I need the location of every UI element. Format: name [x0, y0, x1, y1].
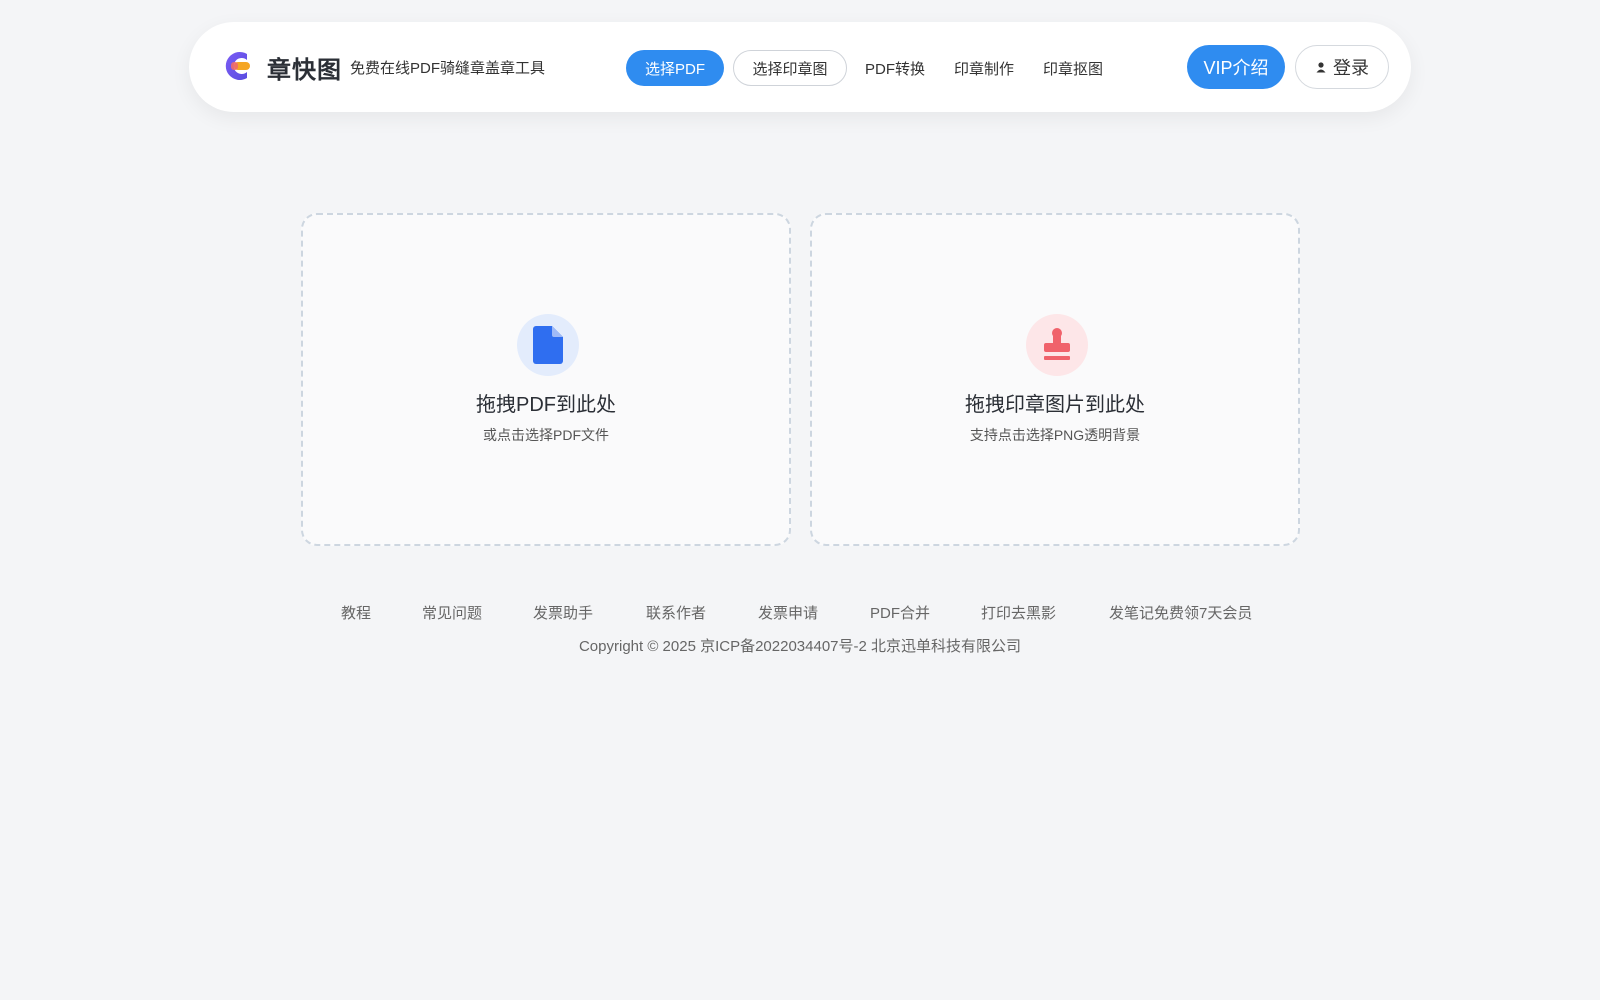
nav-stamp-cutout[interactable]: 印章抠图	[1043, 58, 1103, 79]
top-header: 章快图 免费在线PDF骑缝章盖章工具 选择PDF 选择印章图 PDF转换 印章制…	[189, 22, 1411, 112]
stamp-dropzone-title: 拖拽印章图片到此处	[965, 394, 1145, 416]
footer-link-invoice-apply[interactable]: 发票申请	[758, 602, 818, 623]
logo-icon[interactable]	[217, 48, 253, 84]
pdf-file-icon	[517, 314, 579, 376]
user-icon	[1315, 57, 1327, 78]
footer-link-tutorial[interactable]: 教程	[341, 602, 371, 623]
select-stamp-button[interactable]: 选择印章图	[733, 50, 847, 86]
footer-link-faq[interactable]: 常见问题	[422, 602, 482, 623]
stamp-icon	[1026, 314, 1088, 376]
footer-link-contact[interactable]: 联系作者	[646, 602, 706, 623]
brand-name: 章快图	[267, 57, 342, 84]
stamp-dropzone[interactable]: 拖拽印章图片到此处 支持点击选择PNG透明背景	[810, 213, 1300, 546]
nav-pdf-convert[interactable]: PDF转换	[865, 58, 925, 79]
footer-link-pdf-merge[interactable]: PDF合并	[870, 602, 930, 623]
nav-stamp-make[interactable]: 印章制作	[954, 58, 1014, 79]
pdf-dropzone-title: 拖拽PDF到此处	[476, 394, 616, 416]
footer-link-invoice-helper[interactable]: 发票助手	[533, 602, 593, 623]
login-label: 登录	[1333, 58, 1369, 78]
stamp-dropzone-subtitle: 支持点击选择PNG透明背景	[969, 427, 1141, 443]
footer-link-free-vip[interactable]: 发笔记免费领7天会员	[1109, 602, 1252, 623]
vip-button[interactable]: VIP介绍	[1187, 45, 1285, 89]
copyright: Copyright © 2025 京ICP备2022034407号-2 北京迅单…	[578, 638, 1022, 655]
brand-subtitle: 免费在线PDF骑缝章盖章工具	[350, 60, 546, 77]
select-pdf-button[interactable]: 选择PDF	[626, 50, 724, 86]
footer-link-print-shadow[interactable]: 打印去黑影	[981, 602, 1056, 623]
pdf-dropzone[interactable]: 拖拽PDF到此处 或点击选择PDF文件	[301, 213, 791, 546]
pdf-dropzone-subtitle: 或点击选择PDF文件	[483, 427, 609, 443]
login-button[interactable]: 登录	[1295, 45, 1389, 89]
